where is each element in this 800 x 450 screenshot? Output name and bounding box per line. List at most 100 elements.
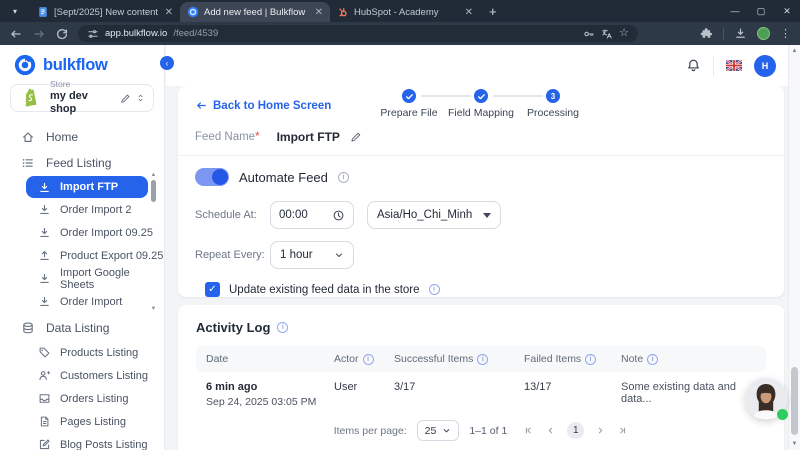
page-scrollbar[interactable]: ▲ ▼ — [788, 45, 800, 450]
table-row[interactable]: 6 min ago Sep 24, 2025 03:05 PM User 3/1… — [196, 372, 766, 419]
bulkflow-logo-icon — [14, 54, 36, 76]
info-icon[interactable]: i — [477, 354, 488, 365]
logo[interactable]: bulkflow — [0, 45, 164, 84]
browser-profile-avatar[interactable] — [757, 27, 770, 40]
step-processing[interactable]: 3 Processing — [517, 89, 589, 119]
browser-tab-3[interactable]: HubSpot - Academy ✕ — [330, 2, 480, 22]
page-number[interactable]: 1 — [567, 422, 584, 439]
repeat-every-value: 1 hour — [280, 249, 313, 261]
sidebar-item-data-listing[interactable]: Data Listing — [0, 315, 164, 341]
logo-text: bulkflow — [43, 56, 108, 75]
timezone-value: Asia/Ho_Chi_Minh — [377, 209, 472, 221]
window-close-button[interactable]: ✕ — [774, 6, 800, 17]
info-icon[interactable]: i — [585, 354, 596, 365]
sidebar-item-feed-listing[interactable]: Feed Listing — [0, 150, 164, 176]
notifications-bell-icon[interactable] — [686, 58, 701, 73]
repeat-every-label: Repeat Every: — [195, 249, 270, 261]
site-settings-icon[interactable] — [87, 28, 99, 40]
scroll-up-icon[interactable]: ▲ — [151, 172, 157, 178]
edit-feed-name-pencil-icon[interactable] — [350, 131, 362, 143]
sidebar-item-pages-listing[interactable]: Pages Listing — [0, 410, 164, 433]
back-nav-icon[interactable] — [9, 27, 23, 41]
update-existing-checkbox[interactable]: ✓ — [205, 282, 220, 297]
browser-tab-1[interactable]: [Sept/2025] New content - Ha ✕ — [30, 2, 180, 22]
info-icon[interactable]: i — [277, 322, 288, 333]
translate-icon[interactable] — [601, 28, 613, 40]
sidebar-collapse-button[interactable]: ‹ — [160, 56, 174, 70]
last-page-icon[interactable] — [617, 425, 628, 436]
inbox-icon — [38, 392, 51, 405]
sidebar-feed-order-import-2[interactable]: Order Import 2 — [0, 198, 164, 221]
url-path: /feed/4539 — [173, 28, 218, 39]
repeat-every-select[interactable]: 1 hour — [270, 241, 354, 269]
scrollbar-thumb[interactable] — [791, 367, 798, 435]
user-avatar[interactable]: H — [754, 55, 776, 77]
forward-nav-icon[interactable] — [32, 27, 46, 41]
step-number: 3 — [546, 89, 560, 103]
schedule-time-input[interactable]: 00:00 — [270, 201, 354, 229]
info-icon[interactable]: i — [429, 284, 440, 295]
info-icon[interactable]: i — [647, 354, 658, 365]
sidebar-item-label: Product Export 09.25 — [60, 250, 163, 262]
back-to-home-link[interactable]: Back to Home Screen — [195, 99, 331, 112]
items-per-page-select[interactable]: 25 — [417, 420, 460, 441]
info-icon[interactable]: i — [338, 172, 349, 183]
sidebar-item-label: Order Import 09.25 — [60, 227, 153, 239]
previous-page-icon[interactable] — [545, 425, 556, 436]
browser-menu-icon[interactable]: ⋮ — [780, 27, 791, 40]
address-bar[interactable]: app.bulkflow.io/feed/4539 ☆ — [78, 25, 638, 42]
scroll-down-icon[interactable]: ▼ — [151, 306, 157, 312]
import-icon — [38, 272, 51, 285]
info-icon[interactable]: i — [363, 354, 374, 365]
sidebar-feed-order-import-0925[interactable]: Order Import 09.25 — [0, 221, 164, 244]
language-flag-icon[interactable] — [726, 60, 742, 71]
new-tab-button[interactable]: + — [489, 4, 497, 19]
tab-close-icon[interactable]: ✕ — [465, 7, 473, 18]
store-selector[interactable]: Store my dev shop — [10, 84, 154, 112]
sidebar-item-customers-listing[interactable]: Customers Listing — [0, 364, 164, 387]
password-key-icon[interactable] — [583, 28, 595, 40]
step-prepare-file[interactable]: Prepare File — [373, 89, 445, 119]
sidebar-feed-import-ftp[interactable]: Import FTP — [26, 176, 148, 198]
feed-list-scrollbar[interactable]: ▲ ▼ — [149, 172, 158, 312]
step-field-mapping[interactable]: Field Mapping — [445, 89, 517, 119]
sidebar-item-label: Orders Listing — [60, 393, 128, 405]
extensions-icon[interactable] — [700, 27, 713, 40]
sidebar-feed-order-import[interactable]: Order Import — [0, 290, 164, 313]
sidebar-feed-import-google-sheets[interactable]: Import Google Sheets — [0, 267, 164, 290]
next-page-icon[interactable] — [595, 425, 606, 436]
browser-tab-2-active[interactable]: Add new feed | Bulkflow ✕ — [180, 2, 330, 22]
edit-store-pencil-icon[interactable] — [120, 93, 131, 104]
app-topbar: H — [166, 45, 800, 86]
automate-feed-toggle[interactable] — [195, 168, 229, 186]
sidebar-item-home[interactable]: Home — [0, 124, 164, 150]
sidebar-item-products-listing[interactable]: Products Listing — [0, 341, 164, 364]
sidebar-item-blog-posts-listing[interactable]: Blog Posts Listing — [0, 433, 164, 450]
tab-search-icon[interactable]: ▾ — [0, 7, 30, 16]
sidebar-item-orders-listing[interactable]: Orders Listing — [0, 387, 164, 410]
timezone-select[interactable]: Asia/Ho_Chi_Minh — [367, 201, 501, 229]
window-minimize-button[interactable]: — — [722, 6, 748, 17]
bookmark-star-icon[interactable]: ☆ — [619, 28, 629, 39]
store-unfold-icon[interactable] — [136, 92, 145, 104]
download-icon[interactable] — [734, 27, 747, 40]
step-label: Field Mapping — [448, 107, 514, 119]
support-chat-widget[interactable] — [745, 378, 787, 420]
sidebar: bulkflow Store my dev shop Home Feed Lis… — [0, 45, 165, 450]
step-label: Processing — [527, 107, 579, 119]
scroll-up-icon[interactable]: ▲ — [792, 48, 798, 54]
scroll-down-icon[interactable]: ▼ — [792, 441, 798, 447]
topbar-divider — [713, 56, 714, 76]
clock-icon[interactable] — [332, 209, 345, 222]
import-icon — [38, 181, 51, 194]
view-all-products-link[interactable]: View All Products — [178, 446, 784, 450]
first-page-icon[interactable] — [523, 425, 534, 436]
sidebar-feed-product-export[interactable]: Product Export 09.25 — [0, 244, 164, 267]
sidebar-item-label: Import FTP — [60, 181, 118, 193]
window-maximize-button[interactable]: ▢ — [748, 6, 774, 17]
feed-name-label: Feed Name — [195, 131, 255, 143]
scrollbar-thumb[interactable] — [151, 180, 156, 202]
tab-close-icon[interactable]: ✕ — [165, 7, 173, 18]
reload-icon[interactable] — [55, 27, 69, 41]
tab-close-icon[interactable]: ✕ — [315, 7, 323, 18]
